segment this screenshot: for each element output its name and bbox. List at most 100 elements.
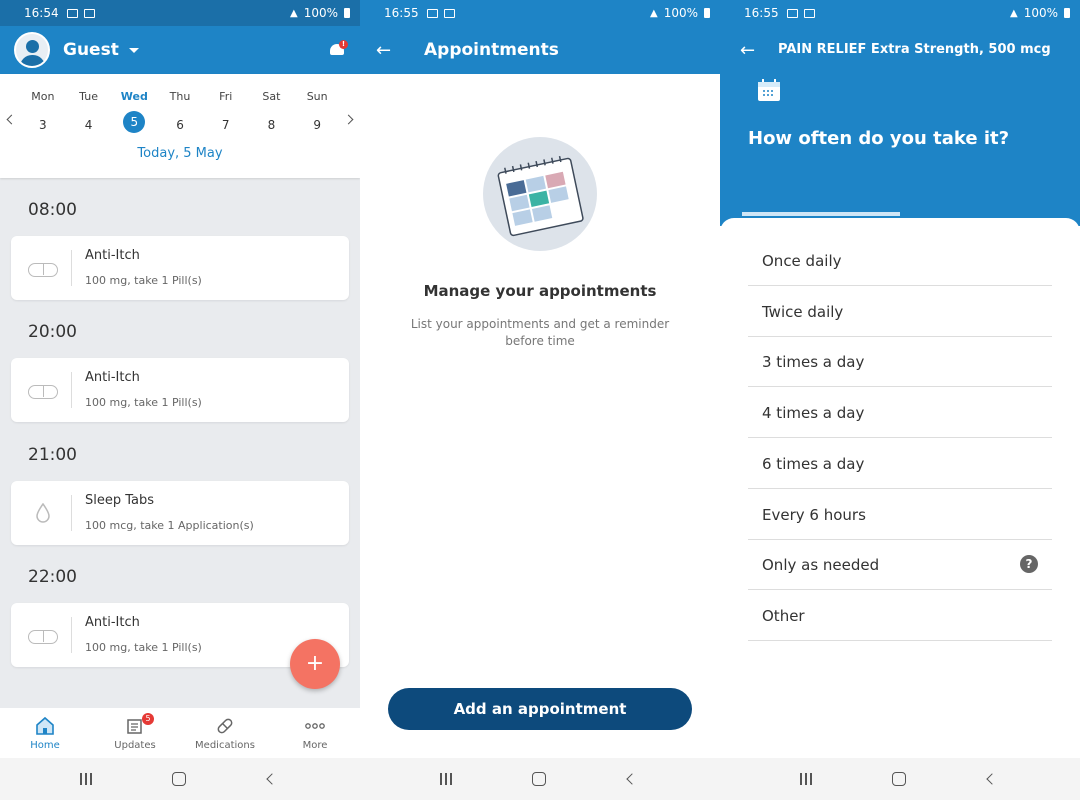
frequency-screen: 16:55 ▲ 100% ← PAIN RELIEF Extra Strengt… (720, 0, 1080, 800)
option-label: 4 times a day (762, 404, 865, 423)
medication-card[interactable]: Anti-Itch 100 mg, take 1 Pill(s) (11, 358, 349, 422)
frequency-option[interactable]: Twice daily (748, 287, 1052, 337)
back-system-icon[interactable] (986, 773, 998, 785)
home-system-icon[interactable] (532, 772, 546, 786)
medication-dose: 100 mg, take 1 Pill(s) (85, 641, 202, 654)
gallery-icon (786, 8, 798, 18)
card-divider (71, 495, 72, 531)
medication-title: PAIN RELIEF Extra Strength, 500 mcg (778, 42, 1051, 57)
day-name: Sat (262, 90, 281, 103)
day-4[interactable]: Fri 7 (203, 90, 249, 136)
option-label: Once daily (762, 252, 842, 270)
battery-icon (704, 8, 710, 18)
back-system-icon[interactable] (626, 773, 638, 785)
recent-apps-icon[interactable] (440, 773, 452, 785)
card-divider (71, 372, 72, 408)
option-label: 6 times a day (762, 454, 865, 473)
help-icon[interactable]: ? (1020, 555, 1038, 574)
status-time: 16:54 (24, 6, 59, 20)
add-appointment-button[interactable]: Add an appointment (388, 688, 692, 730)
status-bar: 16:54 ▲ 100% (0, 0, 360, 26)
day-6[interactable]: Sun 9 (294, 90, 340, 136)
medication-schedule: 08:00 Anti-Itch 100 mg, take 1 Pill(s) 20:0… (0, 178, 360, 708)
frequency-option[interactable]: 6 times a day (748, 439, 1052, 489)
user-name[interactable]: Guest (63, 40, 119, 60)
status-time: 16:55 (384, 6, 419, 20)
nav-medications[interactable]: Medications (180, 708, 270, 758)
medication-dose: 100 mcg, take 1 Application(s) (85, 519, 254, 532)
notification-icon (83, 8, 95, 18)
empty-state-heading: Manage your appointments (423, 282, 657, 300)
chevron-left-icon[interactable] (6, 114, 17, 125)
nav-more[interactable]: More (270, 708, 360, 758)
frequency-option[interactable]: Other (748, 591, 1052, 641)
nav-label: Updates (114, 740, 156, 751)
empty-state-subtitle: List your appointments and get a reminde… (410, 317, 670, 348)
recent-apps-icon[interactable] (80, 773, 92, 785)
medication-name: Anti-Itch (85, 248, 140, 263)
bottom-navigation: Home 5 Updates Medications More (0, 708, 360, 758)
frequency-option[interactable]: Every 6 hours (748, 490, 1052, 540)
day-0[interactable]: Mon 3 (20, 90, 66, 136)
signal-icon: ▲ (289, 7, 298, 19)
frequency-question: How often do you take it? (748, 128, 1010, 149)
calendar-illustration-icon (483, 137, 597, 251)
back-system-icon[interactable] (266, 773, 278, 785)
option-label: Other (762, 606, 805, 625)
add-medication-button[interactable]: + (290, 639, 340, 689)
day-name: Tue (79, 90, 98, 103)
slot-time: 22:00 (28, 567, 77, 587)
home-system-icon[interactable] (172, 772, 186, 786)
card-divider (71, 617, 72, 653)
nav-home[interactable]: Home (0, 708, 90, 758)
day-2[interactable]: Wed 5 (111, 90, 157, 136)
medication-dose: 100 mg, take 1 Pill(s) (85, 274, 202, 287)
medication-card[interactable]: Anti-Itch 100 mg, take 1 Pill(s) (11, 236, 349, 300)
day-3[interactable]: Thu 6 (157, 90, 203, 136)
today-label[interactable]: Today, 5 May (0, 146, 360, 161)
battery-percent: 100% (1023, 6, 1058, 20)
day-name: Fri (219, 90, 233, 103)
nav-label: Medications (195, 740, 255, 751)
week-calendar: Mon 3 Tue 4 Wed 5 Thu 6 Fri 7 Sat 8 Sun 9 Today, 5 Ma… (0, 74, 360, 178)
avatar[interactable] (14, 32, 50, 68)
medication-name: Anti-Itch (85, 370, 140, 385)
signal-icon: ▲ (649, 7, 658, 19)
battery-percent: 100% (303, 6, 338, 20)
slot-time: 21:00 (28, 445, 77, 465)
home-header: Guest ! (0, 26, 360, 74)
day-date: 8 (267, 118, 276, 132)
bell-icon[interactable]: ! (330, 40, 348, 56)
frequency-option[interactable]: Once daily (748, 236, 1052, 286)
day-1[interactable]: Tue 4 (66, 90, 112, 136)
medication-dose: 100 mg, take 1 Pill(s) (85, 396, 202, 409)
back-arrow-icon[interactable]: ← (376, 40, 400, 61)
day-name: Wed (120, 90, 148, 103)
notification-badge: ! (339, 40, 348, 49)
frequency-option[interactable]: 3 times a day (748, 337, 1052, 388)
pill-icon (28, 263, 58, 277)
calendar-icon (758, 79, 780, 101)
frequency-header: ← PAIN RELIEF Extra Strength, 500 mcg Ho… (720, 26, 1080, 226)
battery-icon (1064, 8, 1070, 18)
chevron-right-icon[interactable] (343, 114, 354, 125)
chevron-down-icon[interactable] (128, 47, 139, 53)
gallery-icon (66, 8, 78, 18)
pill-icon (28, 385, 58, 399)
appointments-header: ← Appointments (360, 26, 720, 74)
day-5[interactable]: Sat 8 (249, 90, 295, 136)
day-date: 9 (313, 118, 321, 132)
slot-time: 20:00 (28, 322, 77, 342)
back-arrow-icon[interactable]: ← (740, 40, 755, 61)
nav-updates[interactable]: 5 Updates (90, 708, 180, 758)
day-date: 3 (39, 118, 47, 132)
option-label: Every 6 hours (762, 505, 866, 524)
day-date: 5 (123, 111, 146, 133)
recent-apps-icon[interactable] (800, 773, 812, 785)
medication-card[interactable]: Sleep Tabs 100 mcg, take 1 Application(s) (11, 481, 349, 545)
frequency-options: Once daily Twice daily 3 times a day 4 time… (720, 218, 1080, 758)
pill-icon (28, 630, 58, 644)
frequency-option[interactable]: 4 times a day (748, 388, 1052, 439)
frequency-option[interactable]: Only as needed? (748, 540, 1052, 591)
home-system-icon[interactable] (892, 772, 906, 786)
